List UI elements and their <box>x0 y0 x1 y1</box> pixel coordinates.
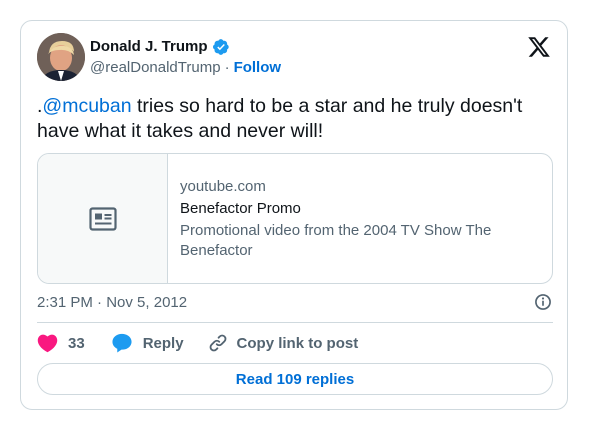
verified-badge-icon <box>212 38 230 56</box>
handle-separator: · <box>224 59 230 76</box>
article-icon <box>88 206 117 231</box>
reply-button[interactable]: Reply <box>111 333 184 353</box>
author-name-row: Donald J. Trump <box>90 38 230 56</box>
x-logo-icon[interactable] <box>527 35 551 59</box>
divider <box>37 322 553 323</box>
handle[interactable]: @realDonaldTrump <box>90 59 221 76</box>
link-description: Promotional video from the 2004 TV Show … <box>180 221 492 259</box>
copy-link-button[interactable]: Copy link to post <box>208 333 359 353</box>
tweet-embed-card: Donald J. Trump @realDonaldTrump · Follow … <box>20 20 568 410</box>
mention-link[interactable]: @mcuban <box>42 95 131 117</box>
tweet-text: .@mcuban tries so hard to be a star and … <box>37 94 547 144</box>
like-button[interactable]: 33 <box>37 333 85 353</box>
reply-bubble-icon <box>112 333 132 353</box>
link-preview-card[interactable]: youtube.com Benefactor Promo Promotional… <box>37 153 553 284</box>
info-icon[interactable] <box>533 292 553 312</box>
link-thumbnail <box>38 154 168 283</box>
tweet-time: 2:31 PM <box>37 293 93 311</box>
timestamp-row: 2:31 PM · Nov 5, 2012 <box>37 292 553 312</box>
copy-link-label: Copy link to post <box>236 334 359 352</box>
link-icon <box>209 334 226 352</box>
tweet-date: Nov 5, 2012 <box>106 293 188 311</box>
reply-label: Reply <box>142 334 184 352</box>
action-bar: 33 Reply Copy link to post <box>37 332 358 354</box>
read-replies-button[interactable]: Read 109 replies <box>37 363 553 395</box>
handle-row: @realDonaldTrump · Follow <box>90 59 281 77</box>
timestamp-separator: · <box>97 293 103 311</box>
like-count: 33 <box>68 334 85 352</box>
tweet-timestamp[interactable]: 2:31 PM · Nov 5, 2012 <box>37 294 187 311</box>
link-title: Benefactor Promo <box>180 199 301 217</box>
heart-icon <box>37 334 58 353</box>
display-name[interactable]: Donald J. Trump <box>90 38 208 56</box>
link-preview-body: youtube.com Benefactor Promo Promotional… <box>168 154 552 283</box>
follow-button[interactable]: Follow <box>234 59 282 76</box>
link-domain: youtube.com <box>180 177 266 195</box>
avatar[interactable] <box>37 33 85 81</box>
